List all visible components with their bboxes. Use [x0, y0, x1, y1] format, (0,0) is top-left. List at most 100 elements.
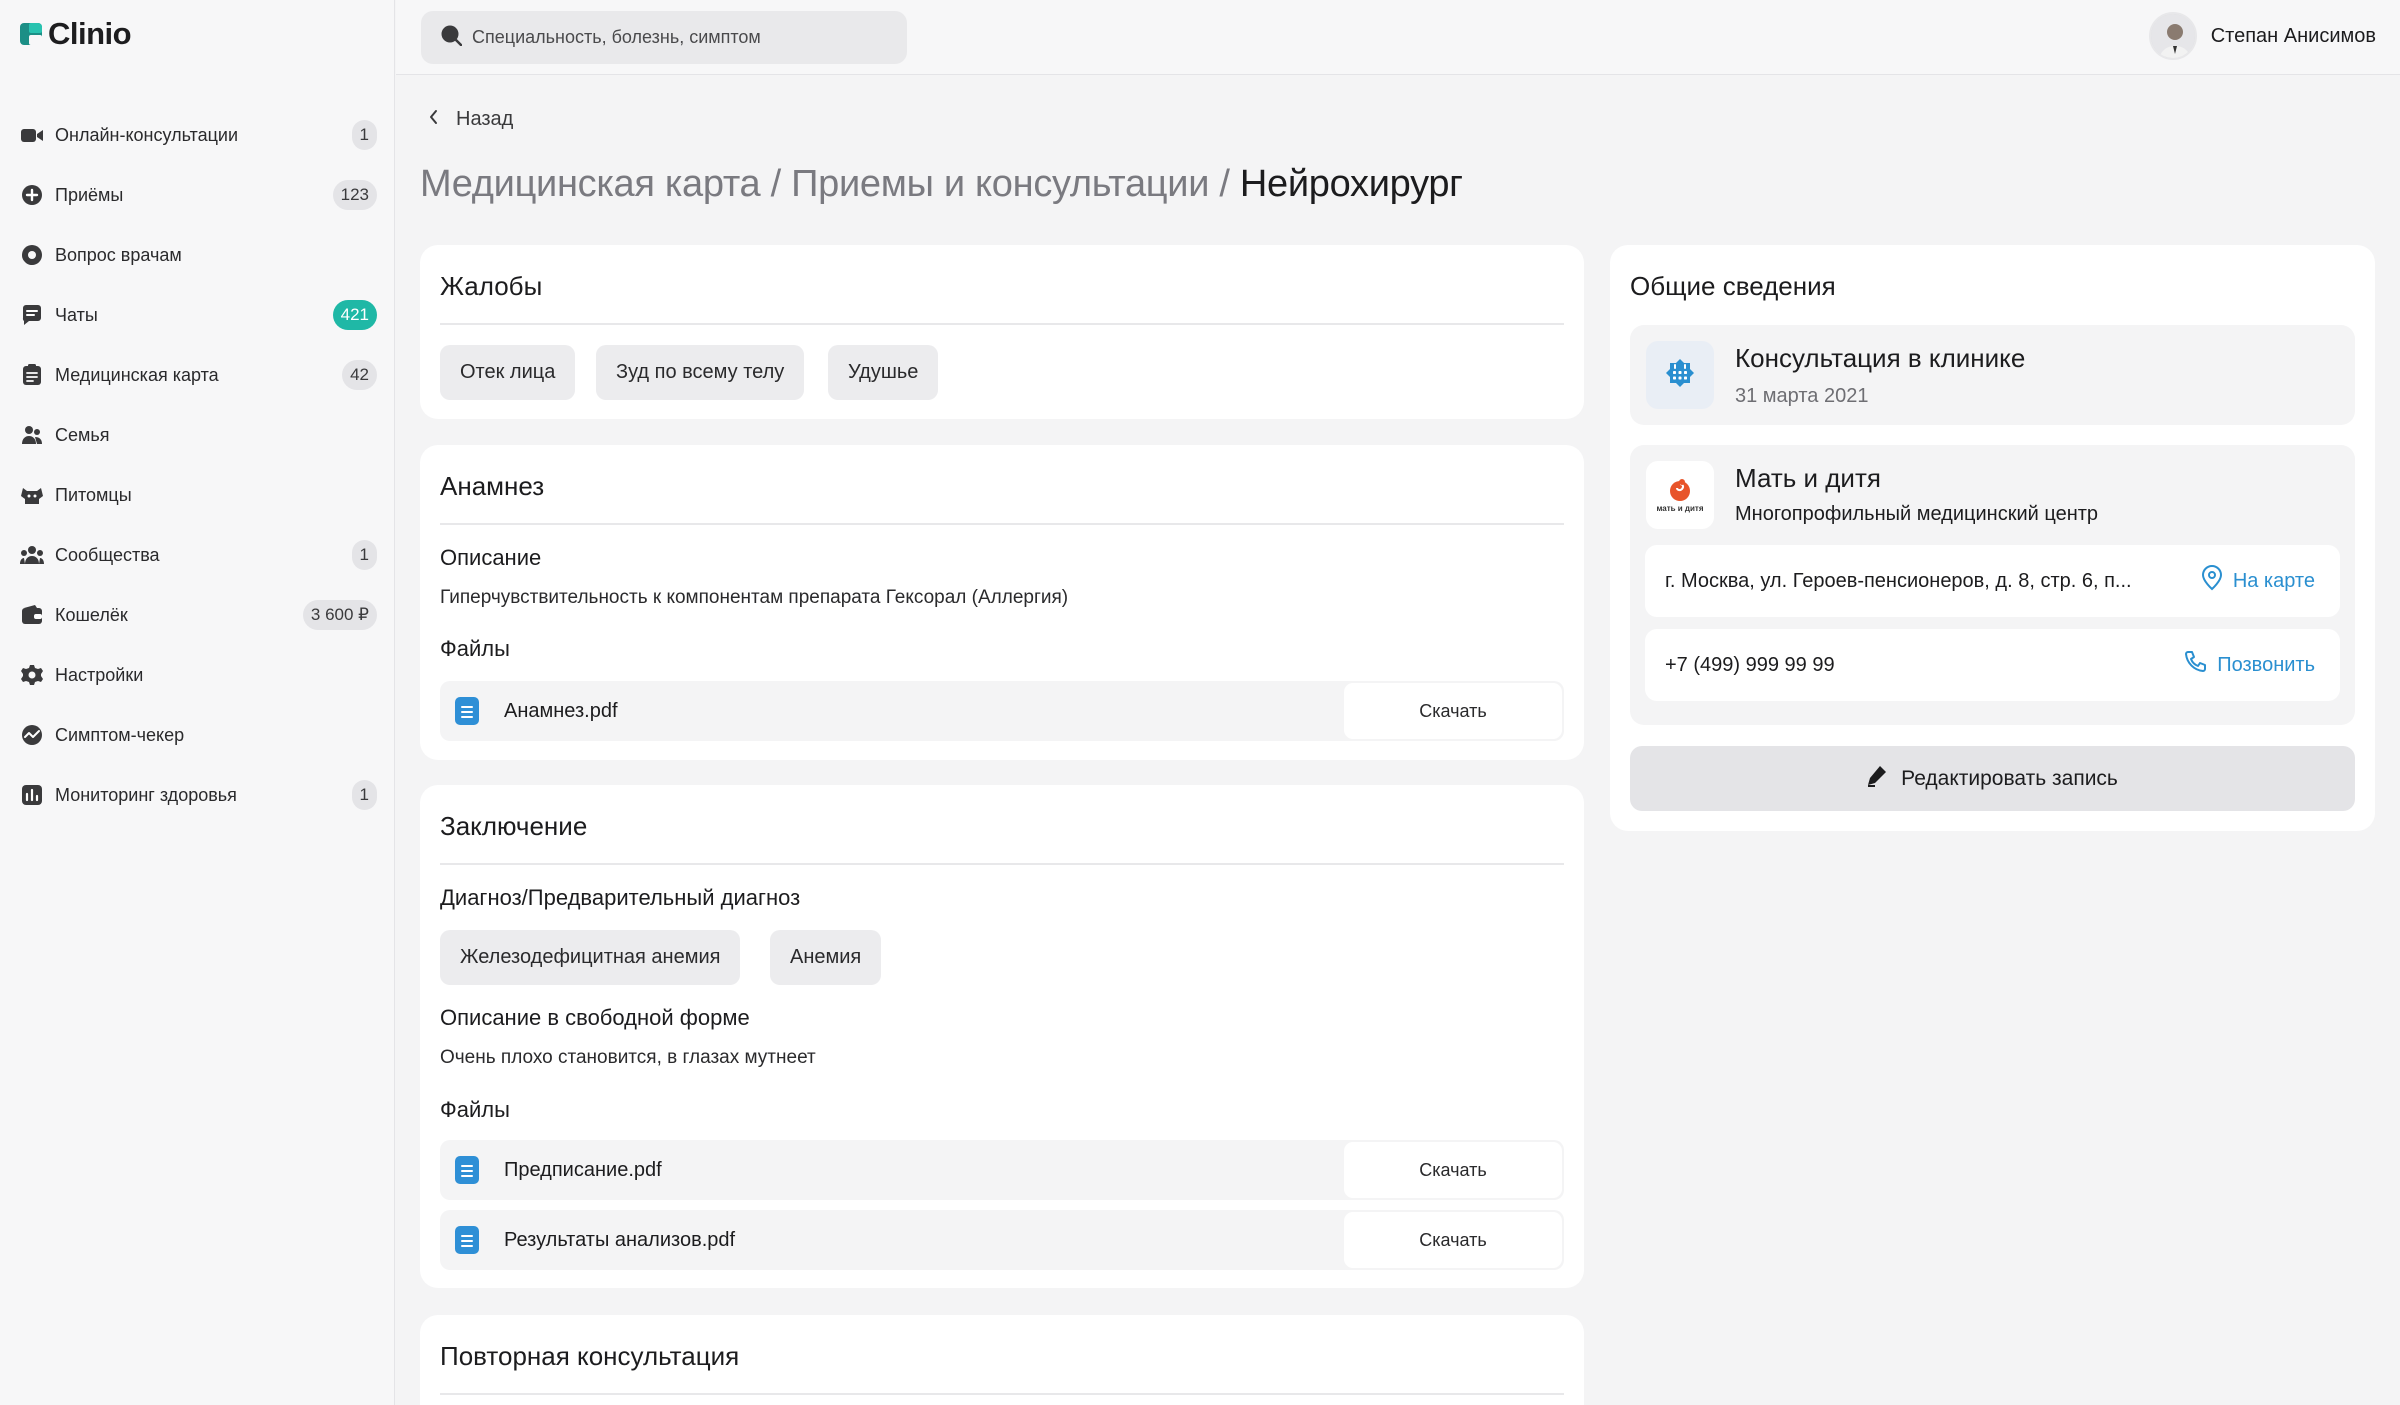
- clinic-block: мать и дитя Мать и дитя Многопрофильный …: [1630, 445, 2355, 725]
- sidebar-item-label: Приёмы: [55, 184, 124, 205]
- chevron-left-icon: [428, 108, 438, 131]
- count-badge: 421: [332, 300, 377, 330]
- download-button[interactable]: Скачать: [1344, 1212, 1562, 1268]
- consultation-type: Консультация в клинике: [1735, 343, 2026, 373]
- pulse-icon: [20, 723, 44, 747]
- section-title: Анамнез: [440, 471, 545, 501]
- sidebar-item-settings[interactable]: Настройки: [0, 645, 395, 705]
- download-button[interactable]: Скачать: [1344, 683, 1562, 739]
- logo-mark-icon: [20, 23, 42, 45]
- phone-icon: [2183, 650, 2207, 680]
- app-name: Clinio: [48, 16, 132, 51]
- user-profile[interactable]: Степан Анисимов: [2148, 12, 2376, 60]
- file-row: Результаты анализов.pdf Скачать: [440, 1210, 1564, 1270]
- diagnosis-chip: Анемия: [770, 930, 882, 985]
- wallet-icon: [20, 603, 44, 627]
- sidebar-item-family[interactable]: Семья: [0, 405, 395, 465]
- description-text: Гиперчувствительность к компонентам преп…: [440, 587, 1069, 608]
- app-logo[interactable]: Clinio: [20, 14, 132, 54]
- call-link[interactable]: Позвонить: [2183, 650, 2315, 680]
- file-name: Результаты анализов.pdf: [504, 1228, 736, 1251]
- sidebar-item-label: Онлайн-консультации: [55, 124, 239, 145]
- gear-icon: [20, 663, 44, 687]
- diagnosis-label: Диагноз/Предварительный диагноз: [440, 885, 801, 910]
- video-icon: [20, 123, 44, 147]
- medical-card-icon: [20, 363, 44, 387]
- pet-icon: [20, 483, 44, 507]
- sidebar-item-label: Питомцы: [55, 484, 132, 505]
- divider: [440, 523, 1564, 525]
- edit-record-button[interactable]: Редактировать запись: [1630, 746, 2355, 811]
- sidebar-item-appointments[interactable]: Приёмы 123: [0, 165, 395, 225]
- top-bar: Степан Анисимов: [396, 0, 2400, 75]
- count-badge: 123: [332, 180, 377, 210]
- complaints-card: Жалобы Отек лица Зуд по всему телу Удушь…: [420, 245, 1584, 419]
- community-icon: [20, 543, 44, 567]
- sidebar-nav: Онлайн-консультации 1 Приёмы 123 Вопрос …: [0, 105, 395, 825]
- sidebar-item-pets[interactable]: Питомцы: [0, 465, 395, 525]
- document-icon: [455, 1226, 479, 1254]
- download-button[interactable]: Скачать: [1344, 1142, 1562, 1198]
- clinic-description: Многопрофильный медицинский центр: [1735, 503, 2099, 525]
- files-label: Файлы: [440, 636, 510, 661]
- sidebar-item-online-consultations[interactable]: Онлайн-консультации 1: [0, 105, 395, 165]
- sidebar-item-communities[interactable]: Сообщества 1: [0, 525, 395, 585]
- show-on-map-link[interactable]: На карте: [2201, 565, 2315, 597]
- sidebar-item-medical-card[interactable]: Медицинская карта 42: [0, 345, 395, 405]
- document-icon: [455, 697, 479, 725]
- search-box[interactable]: [421, 11, 907, 64]
- map-link-label: На карте: [2232, 569, 2315, 592]
- count-badge: 1: [351, 120, 377, 150]
- clinic-logo-text: мать и дитя: [1656, 503, 1704, 513]
- chart-icon: [20, 783, 44, 807]
- sidebar: Clinio Онлайн-консультации 1 Приёмы 123 …: [0, 0, 395, 1405]
- call-link-label: Позвонить: [2217, 653, 2315, 676]
- edit-record-label: Редактировать запись: [1901, 766, 2118, 790]
- sidebar-item-label: Чаты: [55, 304, 98, 325]
- sidebar-item-label: Симптом-чекер: [55, 724, 185, 745]
- back-link[interactable]: Назад: [428, 108, 513, 131]
- chat-question-icon: [20, 243, 44, 267]
- avatar[interactable]: [2148, 12, 2197, 60]
- family-icon: [20, 423, 44, 447]
- consultation-date: 31 марта 2021: [1735, 385, 1869, 407]
- sidebar-item-chats[interactable]: Чаты 421: [0, 285, 395, 345]
- file-row: Анамнез.pdf Скачать: [440, 681, 1564, 741]
- sidebar-item-label: Вопрос врачам: [55, 244, 182, 265]
- search-input[interactable]: [472, 27, 892, 48]
- address-row: г. Москва, ул. Героев-пенсионеров, д. 8,…: [1645, 545, 2340, 617]
- sidebar-item-label: Кошелёк: [55, 604, 128, 625]
- complaint-chip: Удушье: [828, 345, 939, 400]
- breadcrumb: Медицинская карта / Приемы и консультаци…: [420, 163, 1240, 205]
- section-title: Повторная консультация: [440, 1341, 740, 1371]
- calendar-icon: [1646, 341, 1714, 409]
- sidebar-item-ask-doctors[interactable]: Вопрос врачам: [0, 225, 395, 285]
- file-name: Предписание.pdf: [504, 1158, 662, 1181]
- breadcrumb-current: Нейрохирург: [1239, 163, 1463, 205]
- clinic-name: Мать и дитя: [1735, 463, 1881, 493]
- file-row: Предписание.pdf Скачать: [440, 1140, 1564, 1200]
- sidebar-item-label: Семья: [55, 424, 110, 445]
- sidebar-item-health-monitoring[interactable]: Мониторинг здоровья 1: [0, 765, 395, 825]
- plus-circle-icon: [20, 183, 44, 207]
- files-label: Файлы: [440, 1097, 510, 1122]
- section-title: Жалобы: [440, 271, 543, 301]
- balance-badge: 3 600 ₽: [302, 600, 377, 630]
- followup-card: Повторная консультация: [420, 1315, 1584, 1405]
- count-badge: 1: [351, 780, 377, 810]
- sidebar-item-symptom-checker[interactable]: Симптом-чекер: [0, 705, 395, 765]
- page-title: Медицинская карта / Приемы и консультаци…: [420, 163, 1463, 206]
- sidebar-item-wallet[interactable]: Кошелёк 3 600 ₽: [0, 585, 395, 645]
- conclusion-card: Заключение Диагноз/Предварительный диагн…: [420, 785, 1584, 1288]
- back-label: Назад: [456, 108, 514, 130]
- free-description-text: Очень плохо становится, в глазах мутнеет: [440, 1047, 816, 1068]
- sidebar-item-label: Сообщества: [55, 544, 160, 565]
- free-description-label: Описание в свободной форме: [440, 1005, 750, 1030]
- count-badge: 42: [342, 360, 377, 390]
- clinic-logo: мать и дитя: [1646, 461, 1714, 529]
- clinic-address: г. Москва, ул. Героев-пенсионеров, д. 8,…: [1665, 569, 2132, 592]
- sidebar-item-label: Настройки: [55, 664, 144, 685]
- clinic-phone: +7 (499) 999 99 99: [1665, 653, 1835, 676]
- user-name: Степан Анисимов: [2210, 24, 2376, 47]
- sidebar-item-label: Мониторинг здоровья: [55, 784, 237, 805]
